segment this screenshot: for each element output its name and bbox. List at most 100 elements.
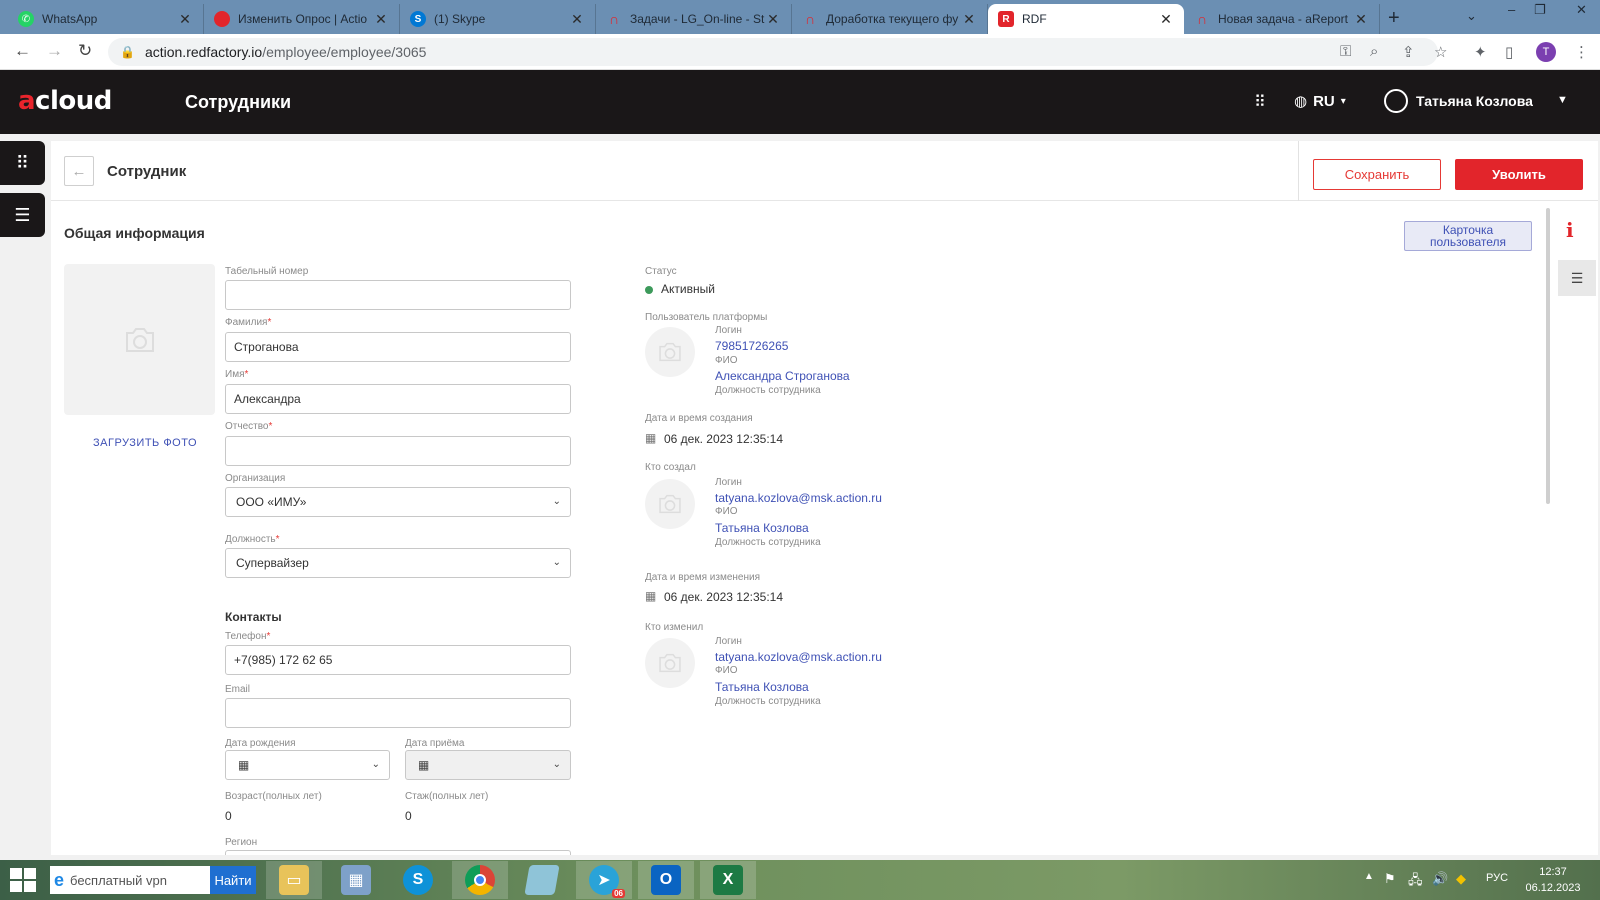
tab-tasks[interactable]: ∩ Задачи - LG_On-line - St ✕ [596,4,792,34]
chevron-down-icon: ⌄ [552,496,561,507]
fio-label: ФИО [715,665,738,676]
zoom-icon[interactable]: ⌕ [1370,43,1378,60]
taskbar-search-box[interactable]: e бесплатный vpn Найти [50,866,256,894]
taskbar-notes[interactable] [514,861,570,899]
vpn-shield-icon[interactable]: ◆ [1456,871,1466,887]
taskbar-explorer[interactable]: ▭ [266,861,322,899]
tab-improvement[interactable]: ∩ Доработка текущего фу ✕ [792,4,988,34]
close-icon[interactable]: ✕ [1158,11,1174,28]
contacts-title: Контакты [225,610,282,624]
windows-start-button[interactable] [10,868,36,892]
platform-fio-link[interactable]: Александра Строганова [715,369,850,383]
close-icon[interactable]: ✕ [177,11,193,28]
key-icon[interactable]: ⚿ [1340,43,1351,60]
last-name-input[interactable]: Строганова [225,332,571,362]
region-select[interactable] [225,850,571,855]
upload-photo-link[interactable]: ЗАГРУЗИТЬ ФОТО [93,437,197,449]
user-card-button[interactable]: Карточка пользователя [1404,221,1532,251]
creator-label: Кто создал [645,462,696,473]
main-menu-button[interactable]: ☰ [0,193,45,237]
close-icon[interactable]: ✕ [765,11,781,28]
search-go-button[interactable]: Найти [210,866,256,894]
tab-new-task[interactable]: ∩ Новая задача - aReport ✕ [1184,4,1380,34]
side-panel-icon[interactable]: ▯ [1505,43,1513,61]
chevron-down-icon: ⌄ [371,759,380,770]
apps-grid-icon[interactable]: ⠿ [1254,92,1266,112]
forward-arrow-icon[interactable]: → [46,41,63,61]
app-title: Сотрудники [185,92,292,112]
user-menu[interactable]: Татьяна Козлова [1384,89,1533,113]
phone-input[interactable]: +7(985) 172 62 65 [225,645,571,675]
network-icon[interactable]: 🖧 [1408,871,1423,893]
whatsapp-icon: ✆ [18,11,34,27]
dismiss-employee-button[interactable]: Уволить [1455,159,1583,190]
globe-icon: ◍ [1294,93,1308,110]
platform-user-avatar [645,327,695,377]
tab-whatsapp[interactable]: ✆ WhatsApp ✕ [8,4,204,34]
info-icon[interactable]: i [1566,218,1574,242]
close-icon[interactable]: ✕ [569,11,585,28]
apps-menu-button[interactable]: ⠿ [0,141,45,185]
email-input[interactable] [225,698,571,728]
browser-menu-icon[interactable]: ⋮ [1574,43,1589,61]
platform-login-link[interactable]: 79851726265 [715,339,788,353]
close-icon[interactable]: ✕ [373,11,389,28]
middle-name-input[interactable] [225,436,571,466]
language-selector[interactable]: ◍ RU ▾ [1294,92,1346,111]
back-button[interactable]: ← [64,156,94,186]
keyboard-language[interactable]: РУС [1486,872,1508,884]
creator-fio-link[interactable]: Татьяна Козлова [715,521,809,535]
volume-icon[interactable]: 🔊 [1432,871,1448,887]
login-label: Логин [715,325,742,336]
url-path: /employee/employee/3065 [262,44,427,60]
tab-rdf[interactable]: R RDF ✕ [988,4,1184,34]
taskbar-excel[interactable]: X [700,861,756,899]
save-button[interactable]: Сохранить [1313,159,1441,190]
modifier-fio-link[interactable]: Татьяна Козлова [715,680,809,694]
minimize-icon[interactable]: – [1508,2,1515,17]
status-dot [645,286,653,294]
flag-icon[interactable]: ⚑ [1384,871,1396,887]
tab-action-survey[interactable]: Изменить Опрос | Actio ✕ [204,4,400,34]
tab-skype[interactable]: S (1) Skype ✕ [400,4,596,34]
position-select[interactable]: Супервайзер ⌄ [225,548,571,578]
excel-icon: X [713,865,743,895]
close-icon[interactable]: ✕ [961,11,977,28]
creator-login-link[interactable]: tatyana.kozlova@msk.action.ru [715,491,882,505]
new-tab-icon[interactable]: + [1388,7,1400,30]
headset-icon: ∩ [1196,11,1208,27]
taskbar-skype[interactable]: S [390,861,446,899]
restore-icon[interactable]: ❐ [1534,2,1546,18]
tab-search-icon[interactable]: ⌄ [1466,8,1477,24]
modifier-login-link[interactable]: tatyana.kozlova@msk.action.ru [715,650,882,664]
birth-date-picker[interactable]: ▦ ⌄ [225,750,390,780]
experience-label: Стаж(полных лет) [405,791,489,802]
extensions-icon[interactable]: ✦ [1474,43,1487,61]
tab-number-input[interactable] [225,280,571,310]
bookmark-star-icon[interactable]: ☆ [1434,43,1447,61]
tab-title: WhatsApp [42,12,98,26]
back-arrow-icon[interactable]: ← [14,41,31,61]
taskbar-chrome[interactable] [452,861,508,899]
employee-card: ← Сотрудник Сохранить Уволить Общая инфо… [51,141,1598,855]
tray-expand-icon[interactable]: ▲ [1364,871,1374,882]
share-icon[interactable]: ⇪ [1402,43,1415,61]
address-bar[interactable]: 🔒 action.redfactory.io /employee/employe… [108,38,1438,66]
list-icon[interactable]: ☰ [1558,260,1596,296]
profile-avatar[interactable]: T [1536,42,1556,62]
page-scrollbar[interactable] [1546,208,1550,504]
first-name-input[interactable]: Александра [225,384,571,414]
acloud-logo[interactable]: acloud [18,86,112,116]
chevron-down-icon[interactable]: ▼ [1557,94,1568,106]
reload-icon[interactable]: ↻ [78,41,92,61]
taskbar-telegram[interactable]: ➤ 06 [576,861,632,899]
window-close-icon[interactable]: ✕ [1576,2,1587,18]
system-clock[interactable]: 12:37 06.12.2023 [1518,864,1588,896]
taskbar-calculator[interactable]: ▦ [328,861,384,899]
creator-avatar [645,479,695,529]
taskbar-outlook[interactable]: O [638,861,694,899]
organization-select[interactable]: ООО «ИМУ» ⌄ [225,487,571,517]
hire-date-picker[interactable]: ▦ ⌄ [405,750,571,780]
created-label: Дата и время создания [645,413,753,424]
close-icon[interactable]: ✕ [1353,11,1369,28]
